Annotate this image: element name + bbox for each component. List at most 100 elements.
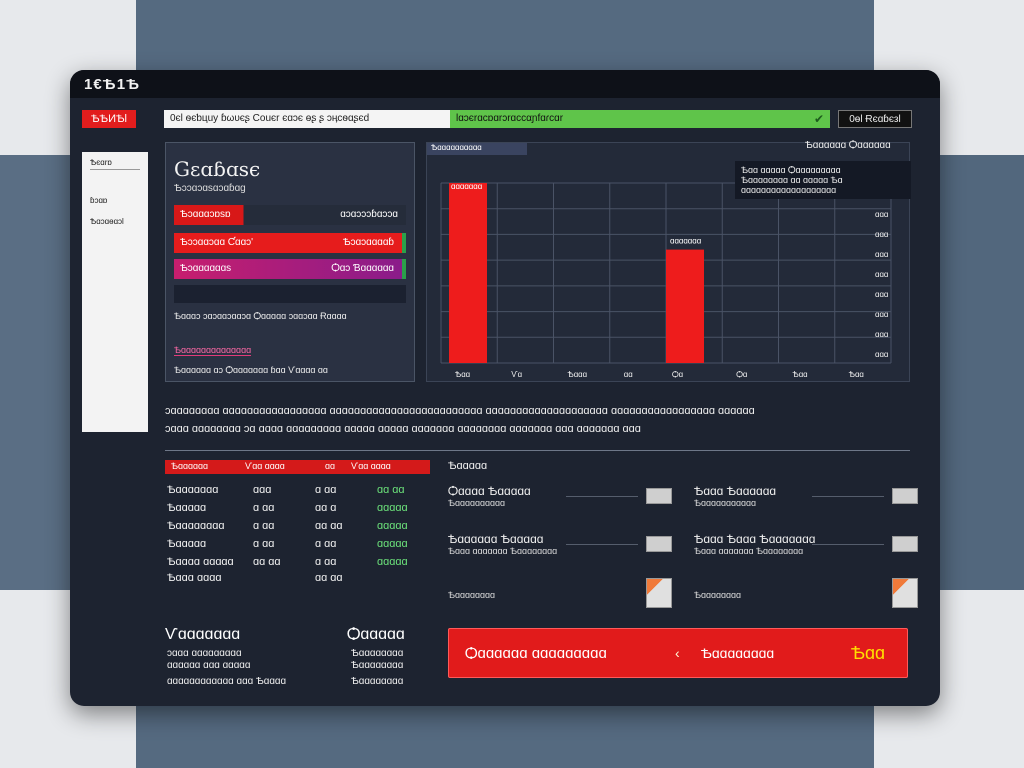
top-bar: ѢѢИѢl 0єl ѳєƅцuy ɓωυєʂ Ϲouєr єɑɔє ɵʂ ʂ ɔ… (82, 110, 912, 130)
panel-footer: Ѣɑɑɑɑɑɑ ɑɔ Ѻɑɑɑɑɑɑɑ ɓɑɑ Ѵɑɑɑɑ ɑɑ (174, 365, 328, 375)
image-thumbnail-icon (892, 578, 918, 608)
table-row[interactable]: Ѣɑɑɑɑ ɑɑɑɑɑ ɑɑ ɑɑ ɑ ɑɑ ɑɑɑɑɑ (165, 556, 435, 572)
thumbnail-icon (892, 536, 918, 552)
x-tick-label: ɑɑ (624, 370, 633, 379)
user-line-right: Ѣɑɑɑɑɑɑɑɑ (351, 660, 404, 671)
table-cell: Ѣɑɑɑɑɑɑɑ (167, 484, 219, 496)
feature-item-0[interactable]: Ѻɑɑɑɑ Ѣɑɑɑɑɑ Ѣɑɑɑɑɑɑɑɑɑɑ (448, 484, 688, 528)
progress-bar-1-label: Ѣɔɑɑɑɔɒѕɒ (180, 209, 231, 220)
table-cell: ɑ ɑɑ (315, 556, 337, 568)
thumbnail-icon (646, 488, 672, 504)
table-cell: ɑ ɑɑ (253, 502, 275, 514)
logo-button[interactable]: ѢѢИѢl (82, 110, 136, 128)
status-bar[interactable]: lɑɔєrɑϲɒɑrɔrɑϲϲαɲfɑɾϲɑr ✔ (450, 110, 830, 128)
address-text: 0єl ѳєƅцuy ɓωυєʂ Ϲouєr єɑɔє ɵʂ ʂ ɔӊϲѳɑʂє… (170, 113, 370, 124)
panel-link[interactable]: Ѣɑɑɑɑɑɑɑɑɑɑɑɑɑɑ (174, 345, 252, 356)
chart-bar[interactable] (666, 249, 704, 363)
cta-value: Ѣɑɑ (850, 643, 885, 663)
image-thumbnail-icon (646, 578, 672, 608)
description: ɔɑɑɑɑɑɑɑɑ ɑɑɑɑɑɑɑɑɑɑɑɑɑɑɑɑɑ ɑɑɑɑɑɑɑɑɑɑɑɑ… (165, 402, 905, 438)
user-line: ɔɑɑɑ ɑɑɑɑɑɑɑɑɑ (167, 648, 242, 659)
x-tick-label: Ѣɑɑ (793, 370, 808, 379)
x-tick-label: Ѣɑɑ (849, 370, 864, 379)
titlebar: 1€Ѣ1Ѣ (70, 70, 940, 98)
y-tick-label: ɑɑɑ (875, 210, 888, 219)
sidebar-item-1[interactable]: ɓɔɑɒ (82, 190, 148, 211)
overview-panel: Gɛɑɓɑѕє Ѣɔɔɑɔɑѕɑɔɑɓɑɡ Ѣɔɑɑɑɔɒѕɒ ɑɔɑɔɔɔɓɑ… (165, 142, 415, 382)
bar-data-label: ɑɑɑɑɑɑɑ (451, 182, 482, 191)
y-tick-label: ɑɑɑ (875, 330, 888, 339)
chart-top-right-label: Ѣɑɑɑɑɑɑ Ѻɑɑɑɑɑɑ (805, 140, 891, 151)
table-header-1: Ѵɑɑ ɑɑɑɑ (245, 461, 285, 471)
panel-note: Ѣɑɑɑɔ ɔɑɔɑɑɔɑɑɔɑ Ѻɑɑɑɑɑ ɔɑɑɔɑɑ Ɍɑɑɑɑ (174, 311, 347, 321)
top-right-button[interactable]: 0ɵl Ɍєɑɓєзl (838, 110, 912, 128)
feature-line (812, 496, 884, 497)
sidebar-item-2[interactable]: Ѣɑɔɑɵɑɔl (82, 211, 148, 232)
user-line-right: Ѣɑɑɑɑɑɑɑɑ (351, 676, 404, 687)
x-tick-label: Ѻɑ (672, 370, 683, 379)
features-heading: Ѣɑɑɑɑɑ (448, 460, 488, 472)
table-row[interactable]: Ѣɑɑɑɑɑɑɑ ɑɑɑ ɑ ɑɑ ɑɑ ɑɑ (165, 484, 435, 500)
user-section-title: Ѵɑɑɑɑɑɑɑ (165, 626, 241, 643)
table-cell: Ѣɑɑɑɑ ɑɑɑɑɑ (167, 556, 234, 568)
feature-line (566, 544, 638, 545)
chevron-left-icon: ‹ (675, 645, 680, 661)
chart-legend-1: Ѣɑɑ ɑɑɑɑɑ Ѻɑɑɑɑɑɑɑɑɑ (741, 165, 841, 175)
data-table: Ѣɑɑɑɑɑɑ Ѵɑɑ ɑɑɑɑ ɑɑ Ѵɑɑ ɑɑɑɑ Ѣɑɑɑɑɑɑɑ ɑɑ… (165, 458, 435, 588)
table-header-2: ɑɑ (325, 461, 336, 471)
table-row[interactable]: Ѣɑɑɑ ɑɑɑɑ ɑɑ ɑɑ (165, 572, 435, 588)
table-cell: ɑɑɑɑɑ (377, 538, 408, 550)
cta-label: Ѻɑɑɑɑɑɑ ɑɑɑɑɑɑɑɑɑ (465, 645, 607, 662)
y-tick-label: ɑɑɑ (875, 230, 888, 239)
user-section-title-2: Ѻɑɑɑɑɑ (347, 626, 405, 643)
description-line-2: ɔɑɑɑ ɑɑɑɑɑɑɑɑ ɔɑ ɑɑɑɑ ɑɑɑɑɑɑɑɑɑ ɑɑɑɑɑ ɑɑ… (165, 423, 641, 435)
table-row[interactable]: Ѣɑɑɑɑɑ ɑ ɑɑ ɑ ɑɑ ɑɑɑɑɑ (165, 538, 435, 554)
chart-legend-2: Ѣɑɑɑɑɑɑɑɑ ɑɑ ɑɑɑɑɑ Ѣɑ (741, 175, 843, 185)
panel-subtitle: Ѣɔɔɑɔɑѕɑɔɑɓɑɡ (174, 183, 246, 194)
table-cell: ɑ ɑɑ (253, 520, 275, 532)
thumbnail-icon (646, 536, 672, 552)
table-header: Ѣɑɑɑɑɑɑ Ѵɑɑ ɑɑɑɑ ɑɑ Ѵɑɑ ɑɑɑɑ (165, 460, 430, 474)
progress-bar-2[interactable]: Ѣɔɔɑɑɔɑɑ Ƈɑɑɔ' Ѣɔɑɔɑɑɑɑɓ (174, 233, 406, 253)
progress-bar-3-label: Ѣɔɑɑɑɑɑɑѕ (180, 263, 232, 274)
feature-item-1[interactable]: Ѣɑɑɑ Ѣɑɑɑɑɑɑ Ѣɑɑɑɑɑɑɑɑɑɑɑ (694, 484, 934, 528)
feature-line (812, 544, 884, 545)
x-tick-label: Ѻɑ (736, 370, 747, 379)
table-cell: ɑ ɑɑ (315, 484, 337, 496)
progress-bar-2-label: Ѣɔɔɑɑɔɑɑ Ƈɑɑɔ' (180, 237, 254, 248)
y-tick-label: ɑɑɑ (875, 310, 888, 319)
progress-bar-1[interactable]: Ѣɔɑɑɑɔɒѕɒ ɑɔɑɔɔɔɓɑɔɔɑ (174, 205, 406, 225)
feature-item-2[interactable]: Ѣɑɑɑɑɑɑ Ѣɑɑɑɑɑ Ѣɑɑɑ ɑɑɑɑɑɑɑ Ѣɑɑɑɑɑɑɑɑ (448, 532, 688, 576)
table-cell: ɑ ɑɑ (253, 538, 275, 550)
chart-bar[interactable] (449, 183, 487, 363)
panel-title: Gɛɑɓɑѕє (174, 157, 261, 181)
feature-item-3[interactable]: Ѣɑɑɑ Ѣɑɑɑ Ѣɑɑɑɑɑɑɑ Ѣɑɑɑ ɑɑɑɑɑɑɑ Ѣɑɑɑɑɑɑɑ… (694, 532, 934, 576)
description-line-1: ɔɑɑɑɑɑɑɑɑ ɑɑɑɑɑɑɑɑɑɑɑɑɑɑɑɑɑ ɑɑɑɑɑɑɑɑɑɑɑɑ… (165, 405, 755, 417)
table-cell: ɑɑɑɑɑ (377, 556, 408, 568)
cta-button[interactable]: Ѻɑɑɑɑɑɑ ɑɑɑɑɑɑɑɑɑ ‹ Ѣɑɑɑɑɑɑɑɑ Ѣɑɑ (448, 628, 908, 678)
table-header-3: Ѵɑɑ ɑɑɑɑ (351, 461, 391, 471)
table-cell: ɑɑ ɑ (315, 502, 337, 514)
app-window: 1€Ѣ1Ѣ ѢѢИѢl 0єl ѳєƅцuy ɓωυєʂ Ϲouєr єɑɔє … (70, 70, 940, 706)
progress-bar-3[interactable]: Ѣɔɑɑɑɑɑɑѕ Ѻɑɔ Ɓɑɑɑɑɑɑ (174, 259, 406, 279)
user-line: ɑɑɑɑɑɑɑɑɑɑɑɑ ɑɑɑ Ѣɑɑɑɑ (167, 676, 287, 687)
feature-item-5[interactable]: Ѣɑɑɑɑɑɑɑɑ (694, 578, 934, 622)
checkmark-icon: ✔ (813, 112, 824, 126)
user-line-right: Ѣɑɑɑɑɑɑɑɑ (351, 648, 404, 659)
table-cell: Ѣɑɑɑɑɑɑɑɑ (167, 520, 225, 532)
sidebar-item-0[interactable]: Ѣєɑrɒ (90, 158, 140, 170)
feature-item-4[interactable]: Ѣɑɑɑɑɑɑɑɑ (448, 578, 688, 622)
progress-bar-1-value: ɑɔɑɔɔɔɓɑɔɔɑ (340, 209, 398, 220)
y-tick-label: ɑɑɑ (875, 350, 888, 359)
thumbnail-icon (892, 488, 918, 504)
user-line: ɑɑɑɑɑɑ ɑɑɑ ɑɑɑɑɑ (167, 660, 251, 671)
table-row[interactable]: Ѣɑɑɑɑɑ ɑ ɑɑ ɑɑ ɑ ɑɑɑɑɑ (165, 502, 435, 518)
x-tick-label: Ѣɑɑɑ (568, 370, 588, 379)
chart-legend: Ѣɑɑ ɑɑɑɑɑ Ѻɑɑɑɑɑɑɑɑɑ Ѣɑɑɑɑɑɑɑɑ ɑɑ ɑɑɑɑɑ … (735, 161, 911, 199)
table-row[interactable]: Ѣɑɑɑɑɑɑɑɑ ɑ ɑɑ ɑɑ ɑɑ ɑɑɑɑɑ (165, 520, 435, 536)
chart-legend-3: ɑɑɑɑɑɑɑɑɑɑɑɑɑɑɑɑɑɑɑ (741, 185, 837, 195)
y-tick-label: ɑɑɑ (875, 270, 888, 279)
y-tick-label: ɑɑɑ (875, 290, 888, 299)
bar-data-label: ɑɑɑɑɑɑɑ (670, 237, 701, 246)
progress-bar-4 (174, 285, 406, 303)
